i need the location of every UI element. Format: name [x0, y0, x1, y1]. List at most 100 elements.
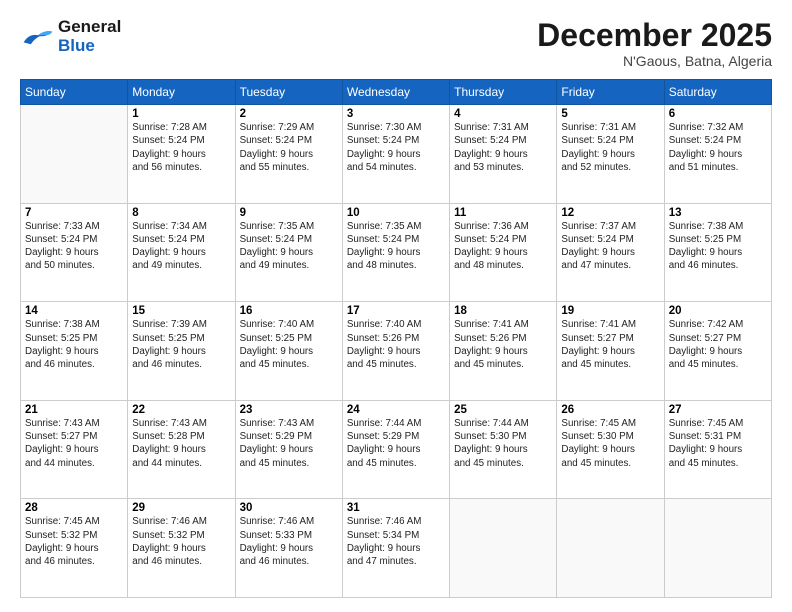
calendar-header-row: SundayMondayTuesdayWednesdayThursdayFrid…: [21, 80, 772, 105]
day-number: 20: [669, 305, 767, 317]
calendar-day-header: Monday: [128, 80, 235, 105]
day-content: Sunrise: 7:38 AMSunset: 5:25 PMDaylight:…: [669, 220, 767, 273]
day-content: Sunrise: 7:32 AMSunset: 5:24 PMDaylight:…: [669, 121, 767, 174]
day-number: 15: [132, 305, 230, 317]
calendar-cell: 18Sunrise: 7:41 AMSunset: 5:26 PMDayligh…: [450, 302, 557, 401]
day-number: 31: [347, 502, 445, 514]
day-number: 9: [240, 207, 338, 219]
calendar-week-row: 14Sunrise: 7:38 AMSunset: 5:25 PMDayligh…: [21, 302, 772, 401]
logo-bird-icon: [20, 26, 56, 48]
calendar-cell: 17Sunrise: 7:40 AMSunset: 5:26 PMDayligh…: [342, 302, 449, 401]
day-number: 14: [25, 305, 123, 317]
calendar-cell: 15Sunrise: 7:39 AMSunset: 5:25 PMDayligh…: [128, 302, 235, 401]
day-content: Sunrise: 7:31 AMSunset: 5:24 PMDaylight:…: [561, 121, 659, 174]
day-content: Sunrise: 7:43 AMSunset: 5:29 PMDaylight:…: [240, 417, 338, 470]
day-number: 1: [132, 108, 230, 120]
day-number: 18: [454, 305, 552, 317]
day-number: 2: [240, 108, 338, 120]
day-number: 23: [240, 404, 338, 416]
page: General Blue December 2025 N'Gaous, Batn…: [0, 0, 792, 612]
day-content: Sunrise: 7:33 AMSunset: 5:24 PMDaylight:…: [25, 220, 123, 273]
day-content: Sunrise: 7:28 AMSunset: 5:24 PMDaylight:…: [132, 121, 230, 174]
calendar-cell: 25Sunrise: 7:44 AMSunset: 5:30 PMDayligh…: [450, 400, 557, 499]
calendar-cell: 9Sunrise: 7:35 AMSunset: 5:24 PMDaylight…: [235, 203, 342, 302]
day-content: Sunrise: 7:35 AMSunset: 5:24 PMDaylight:…: [347, 220, 445, 273]
calendar-day-header: Friday: [557, 80, 664, 105]
day-content: Sunrise: 7:34 AMSunset: 5:24 PMDaylight:…: [132, 220, 230, 273]
day-number: 11: [454, 207, 552, 219]
day-number: 12: [561, 207, 659, 219]
day-number: 19: [561, 305, 659, 317]
calendar-cell: 16Sunrise: 7:40 AMSunset: 5:25 PMDayligh…: [235, 302, 342, 401]
calendar-cell: 5Sunrise: 7:31 AMSunset: 5:24 PMDaylight…: [557, 105, 664, 204]
day-content: Sunrise: 7:41 AMSunset: 5:26 PMDaylight:…: [454, 318, 552, 371]
calendar-subtitle: N'Gaous, Batna, Algeria: [537, 53, 772, 69]
logo-text: General Blue: [58, 18, 121, 55]
calendar-cell: 3Sunrise: 7:30 AMSunset: 5:24 PMDaylight…: [342, 105, 449, 204]
day-number: 17: [347, 305, 445, 317]
calendar-day-header: Wednesday: [342, 80, 449, 105]
day-number: 13: [669, 207, 767, 219]
calendar-week-row: 7Sunrise: 7:33 AMSunset: 5:24 PMDaylight…: [21, 203, 772, 302]
calendar-cell: 24Sunrise: 7:44 AMSunset: 5:29 PMDayligh…: [342, 400, 449, 499]
day-number: 25: [454, 404, 552, 416]
day-content: Sunrise: 7:42 AMSunset: 5:27 PMDaylight:…: [669, 318, 767, 371]
day-content: Sunrise: 7:40 AMSunset: 5:26 PMDaylight:…: [347, 318, 445, 371]
day-number: 6: [669, 108, 767, 120]
day-number: 7: [25, 207, 123, 219]
calendar-cell: [664, 499, 771, 598]
calendar-cell: 4Sunrise: 7:31 AMSunset: 5:24 PMDaylight…: [450, 105, 557, 204]
day-content: Sunrise: 7:46 AMSunset: 5:33 PMDaylight:…: [240, 515, 338, 568]
calendar-cell: 7Sunrise: 7:33 AMSunset: 5:24 PMDaylight…: [21, 203, 128, 302]
day-content: Sunrise: 7:43 AMSunset: 5:28 PMDaylight:…: [132, 417, 230, 470]
day-number: 16: [240, 305, 338, 317]
day-content: Sunrise: 7:30 AMSunset: 5:24 PMDaylight:…: [347, 121, 445, 174]
header: General Blue December 2025 N'Gaous, Batn…: [20, 18, 772, 69]
calendar-cell: 22Sunrise: 7:43 AMSunset: 5:28 PMDayligh…: [128, 400, 235, 499]
day-content: Sunrise: 7:41 AMSunset: 5:27 PMDaylight:…: [561, 318, 659, 371]
day-content: Sunrise: 7:37 AMSunset: 5:24 PMDaylight:…: [561, 220, 659, 273]
calendar-cell: 6Sunrise: 7:32 AMSunset: 5:24 PMDaylight…: [664, 105, 771, 204]
day-number: 10: [347, 207, 445, 219]
calendar-cell: 11Sunrise: 7:36 AMSunset: 5:24 PMDayligh…: [450, 203, 557, 302]
calendar-cell: 23Sunrise: 7:43 AMSunset: 5:29 PMDayligh…: [235, 400, 342, 499]
day-content: Sunrise: 7:46 AMSunset: 5:32 PMDaylight:…: [132, 515, 230, 568]
calendar-week-row: 1Sunrise: 7:28 AMSunset: 5:24 PMDaylight…: [21, 105, 772, 204]
calendar-cell: 31Sunrise: 7:46 AMSunset: 5:34 PMDayligh…: [342, 499, 449, 598]
calendar-cell: 28Sunrise: 7:45 AMSunset: 5:32 PMDayligh…: [21, 499, 128, 598]
day-content: Sunrise: 7:36 AMSunset: 5:24 PMDaylight:…: [454, 220, 552, 273]
calendar-day-header: Tuesday: [235, 80, 342, 105]
logo: General Blue: [20, 18, 121, 55]
calendar-cell: 30Sunrise: 7:46 AMSunset: 5:33 PMDayligh…: [235, 499, 342, 598]
day-number: 8: [132, 207, 230, 219]
calendar-cell: [21, 105, 128, 204]
day-content: Sunrise: 7:38 AMSunset: 5:25 PMDaylight:…: [25, 318, 123, 371]
day-content: Sunrise: 7:44 AMSunset: 5:30 PMDaylight:…: [454, 417, 552, 470]
day-number: 28: [25, 502, 123, 514]
day-content: Sunrise: 7:35 AMSunset: 5:24 PMDaylight:…: [240, 220, 338, 273]
calendar-title: December 2025: [537, 18, 772, 53]
calendar-day-header: Saturday: [664, 80, 771, 105]
calendar-cell: [557, 499, 664, 598]
calendar-day-header: Sunday: [21, 80, 128, 105]
day-content: Sunrise: 7:29 AMSunset: 5:24 PMDaylight:…: [240, 121, 338, 174]
calendar-cell: 20Sunrise: 7:42 AMSunset: 5:27 PMDayligh…: [664, 302, 771, 401]
day-content: Sunrise: 7:39 AMSunset: 5:25 PMDaylight:…: [132, 318, 230, 371]
day-content: Sunrise: 7:45 AMSunset: 5:30 PMDaylight:…: [561, 417, 659, 470]
day-content: Sunrise: 7:44 AMSunset: 5:29 PMDaylight:…: [347, 417, 445, 470]
day-number: 29: [132, 502, 230, 514]
calendar-cell: 10Sunrise: 7:35 AMSunset: 5:24 PMDayligh…: [342, 203, 449, 302]
day-number: 3: [347, 108, 445, 120]
calendar-cell: 2Sunrise: 7:29 AMSunset: 5:24 PMDaylight…: [235, 105, 342, 204]
calendar-cell: [450, 499, 557, 598]
calendar-table: SundayMondayTuesdayWednesdayThursdayFrid…: [20, 79, 772, 598]
day-number: 27: [669, 404, 767, 416]
day-content: Sunrise: 7:31 AMSunset: 5:24 PMDaylight:…: [454, 121, 552, 174]
day-content: Sunrise: 7:46 AMSunset: 5:34 PMDaylight:…: [347, 515, 445, 568]
calendar-cell: 1Sunrise: 7:28 AMSunset: 5:24 PMDaylight…: [128, 105, 235, 204]
calendar-cell: 27Sunrise: 7:45 AMSunset: 5:31 PMDayligh…: [664, 400, 771, 499]
calendar-cell: 21Sunrise: 7:43 AMSunset: 5:27 PMDayligh…: [21, 400, 128, 499]
day-content: Sunrise: 7:43 AMSunset: 5:27 PMDaylight:…: [25, 417, 123, 470]
day-number: 4: [454, 108, 552, 120]
day-number: 24: [347, 404, 445, 416]
